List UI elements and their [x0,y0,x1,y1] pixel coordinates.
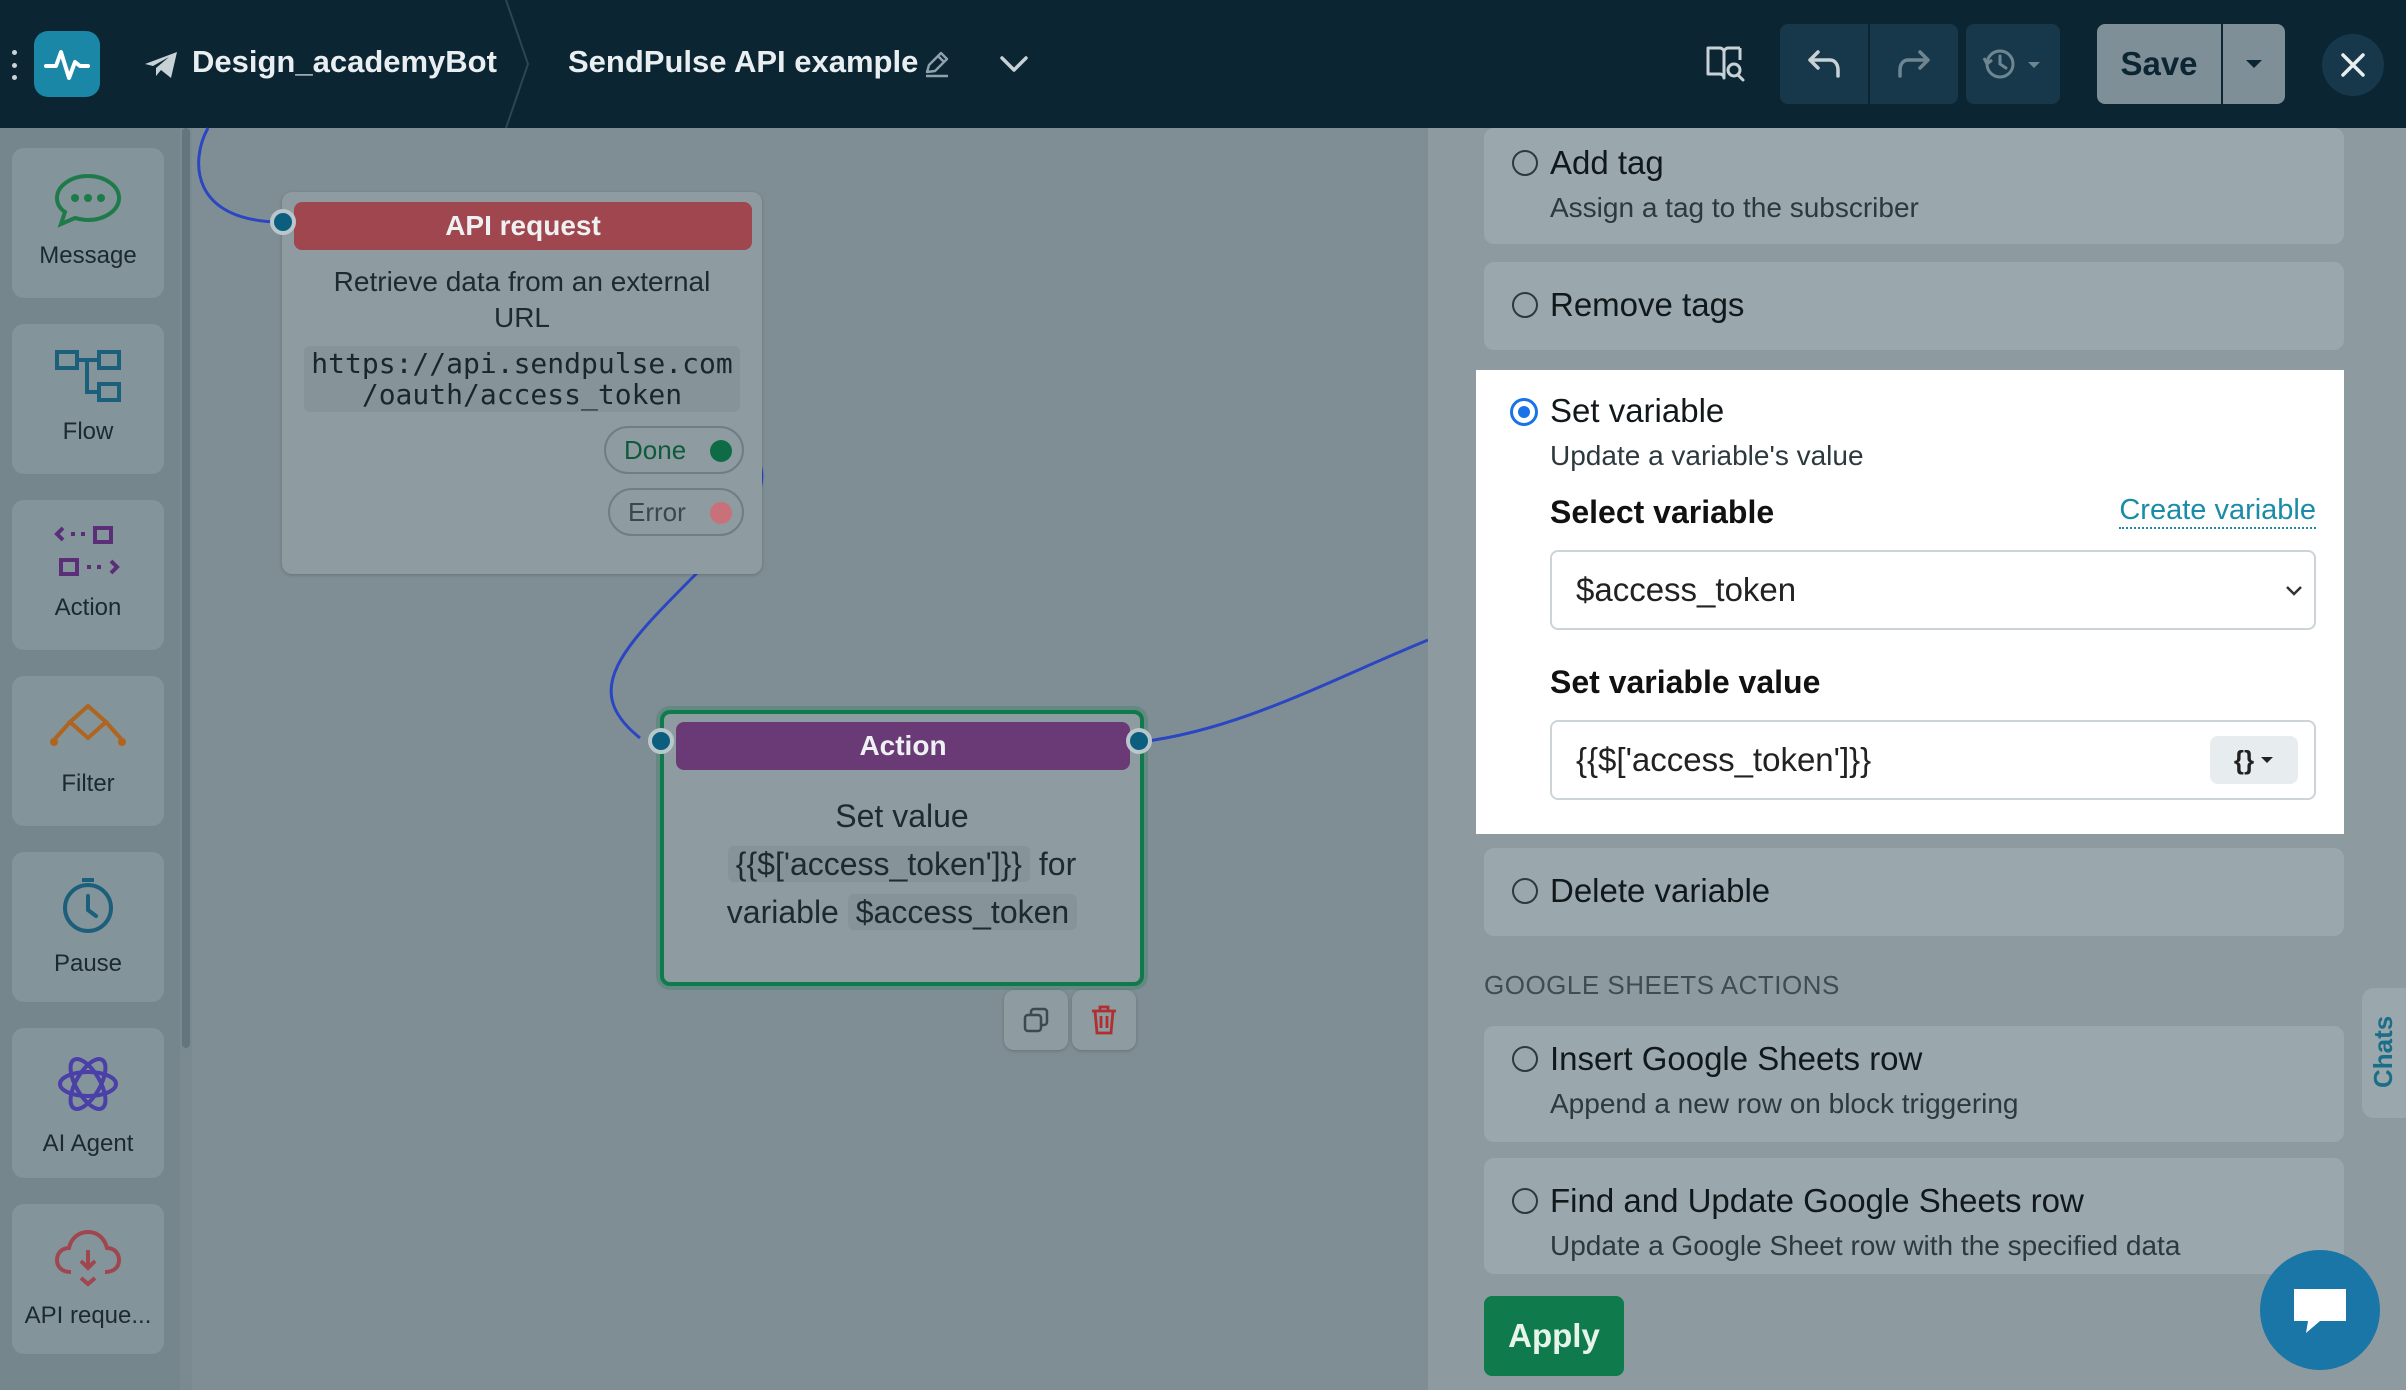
action-value-line: {{$['access_token']}} for [664,840,1140,888]
done-port[interactable] [710,440,732,462]
api-node-title: API request [294,202,752,250]
option-insert-google-row[interactable]: Insert Google Sheets row Append a new ro… [1484,1026,2344,1142]
save-button[interactable]: Save [2097,24,2221,104]
action-node-input-port[interactable] [648,728,674,754]
action-node-output-port[interactable] [1126,728,1152,754]
copy-icon [1023,1007,1049,1033]
option-update-google-row[interactable]: Find and Update Google Sheets row Update… [1484,1158,2344,1274]
google-sheets-section-heading: GOOGLE SHEETS ACTIONS [1484,970,1840,1000]
redo-button[interactable] [1870,24,1958,104]
set-variable-title: Set variable [1550,392,1725,429]
delete-variable-title: Delete variable [1550,872,1771,909]
duplicate-node-button[interactable] [1004,990,1068,1050]
delete-variable-radio[interactable] [1512,878,1538,904]
action-value-chip: {{$['access_token']}} [727,846,1030,882]
api-node-description: Retrieve data from an external URL [333,266,711,333]
add-tag-subtitle: Assign a tag to the subscriber [1550,192,1919,223]
remove-tags-title: Remove tags [1550,286,1745,323]
delete-node-button[interactable] [1072,990,1136,1050]
option-add-tag[interactable]: Add tag Assign a tag to the subscriber [1484,128,2344,244]
action-variable-text: variable [726,894,839,930]
action-set-value-text: Set value [835,798,969,834]
api-node-input-port[interactable] [270,209,296,235]
action-for-text: for [1038,846,1077,882]
caret-down-icon [2261,757,2274,763]
variable-value-text: {{$['access_token']}} [1576,741,1872,778]
caret-down-icon [2246,60,2262,68]
insert-row-subtitle: Append a new row on block triggering [1550,1088,2019,1119]
chats-side-tab[interactable]: Chats [2362,988,2406,1118]
close-icon [2341,53,2365,77]
variable-value-label: Set variable value [1550,664,1821,700]
update-row-title: Find and Update Google Sheets row [1550,1182,2084,1219]
chats-tab-label: Chats [2368,1015,2398,1088]
action-variable-chip: $access_token [847,894,1078,930]
create-variable-link[interactable]: Create variable [2119,494,2316,529]
done-label: Done [624,434,687,465]
option-remove-tags[interactable]: Remove tags [1484,262,2344,350]
save-dropdown-button[interactable] [2223,24,2285,104]
variable-value-input[interactable]: {{$['access_token']}} {} [1550,720,2316,800]
option-delete-variable[interactable]: Delete variable [1484,848,2344,936]
select-variable-label: Select variable [1550,494,1775,530]
history-icon [1982,49,2040,79]
close-button[interactable] [2322,34,2384,96]
set-variable-subtitle: Update a variable's value [1550,440,1864,471]
insert-variable-button[interactable]: {} [2210,736,2298,784]
option-set-variable[interactable]: Set variable Update a variable's value S… [1476,370,2344,834]
update-row-subtitle: Update a Google Sheet row with the speci… [1550,1230,2181,1261]
action-node-title: Action [676,722,1130,770]
history-button[interactable] [1966,24,2060,104]
insert-row-radio[interactable] [1512,1046,1538,1072]
api-url-line1: https://api.sendpulse.com [311,347,733,380]
api-node-url: https://api.sendpulse.com /oauth/access_… [304,346,740,412]
apply-button[interactable]: Apply [1484,1296,1624,1376]
remove-tags-radio[interactable] [1512,292,1538,318]
api-error-output[interactable]: Error [608,488,744,536]
braces-icon: {} [2233,744,2255,775]
add-tag-radio[interactable] [1512,150,1538,176]
update-row-radio[interactable] [1512,1188,1538,1214]
chat-widget-button[interactable] [2260,1250,2380,1370]
action-node-body: Set value {{$['access_token']}} for vari… [664,792,1140,936]
chevron-down-icon [2286,586,2302,596]
set-variable-radio[interactable] [1510,398,1538,426]
undo-icon [1808,50,1840,78]
selected-variable: $access_token [1576,571,1797,608]
variable-select[interactable]: $access_token [1550,550,2316,630]
chat-bubble-icon [2294,1289,2346,1333]
book-search-icon[interactable] [1700,40,1748,88]
api-url-line2: /oauth/access_token [361,378,683,411]
action-variable-line: variable $access_token [664,888,1140,936]
error-label: Error [628,496,686,527]
action-node[interactable]: Action Set value {{$['access_token']}} f… [660,710,1144,986]
add-tag-title: Add tag [1550,144,1664,181]
api-done-output[interactable]: Done [604,426,744,474]
trash-icon [1092,1005,1116,1035]
undo-button[interactable] [1780,24,1868,104]
redo-icon [1898,50,1930,78]
error-port[interactable] [710,502,732,524]
insert-row-title: Insert Google Sheets row [1550,1040,1923,1077]
